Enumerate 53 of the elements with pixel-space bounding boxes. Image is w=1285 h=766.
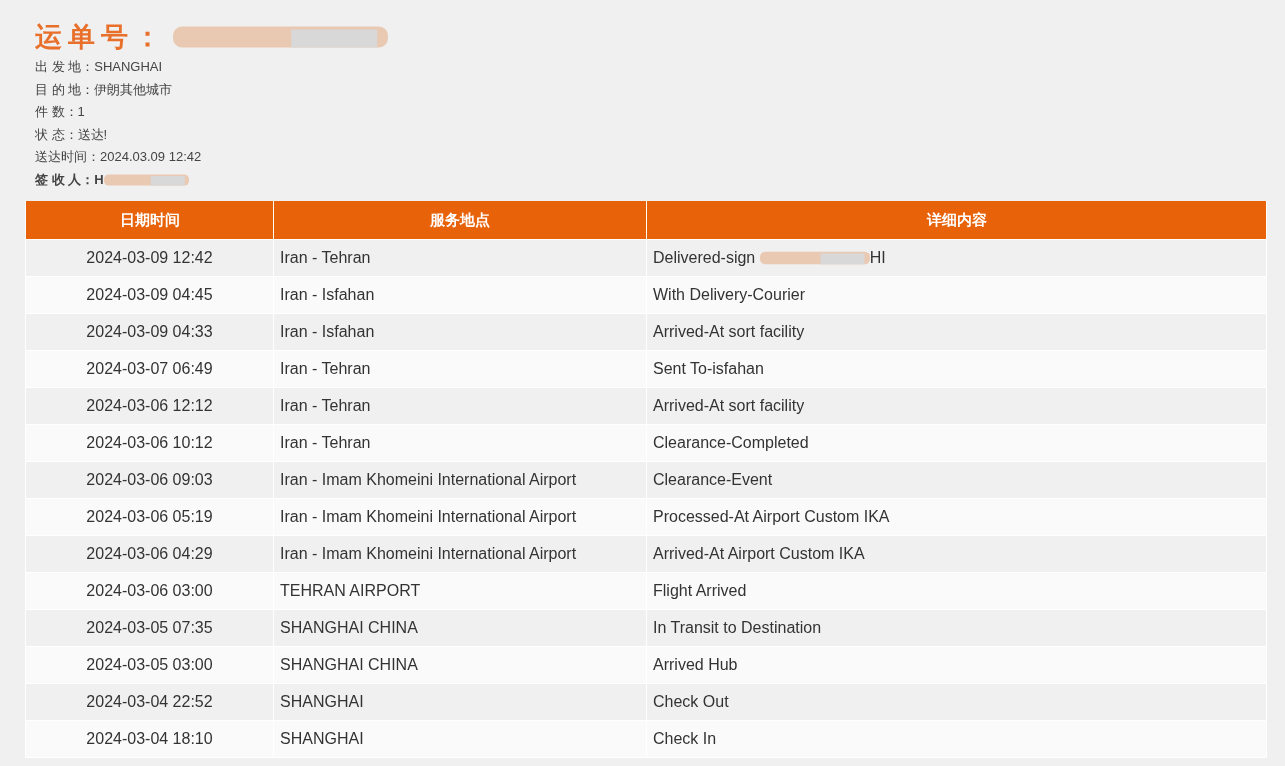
info-line: 送达时间：2024.03.09 12:42	[35, 148, 202, 166]
info-line: 状 态：送达!	[35, 125, 108, 144]
table-cell: Arrived-At sort facility	[653, 397, 805, 414]
table-cell: 2024-03-04 22:52	[86, 693, 213, 710]
table-cell: Delivered-sign	[653, 248, 756, 266]
table-cell: 2024-03-06 10:12	[86, 434, 213, 451]
table-cell: Iran - Imam Khomeini International Airport	[280, 545, 577, 562]
table-cell: Iran - Tehran	[280, 249, 371, 266]
table-cell: TEHRAN AIRPORT	[280, 582, 421, 599]
info-line: 件 数：1	[35, 103, 85, 121]
table-cell: Iran - Tehran	[280, 397, 371, 414]
table-cell: SHANGHAI	[280, 730, 364, 747]
table-cell: Arrived-At Airport Custom IKA	[653, 545, 865, 562]
table-cell: Flight Arrived	[653, 582, 747, 599]
table-cell: Iran - Tehran	[280, 360, 371, 377]
info-line: 目 的 地：伊朗其他城市	[35, 80, 173, 99]
table-cell: 2024-03-06 03:00	[86, 582, 213, 599]
table-cell: Iran - Tehran	[280, 434, 371, 451]
column-header: 详细内容	[646, 201, 1267, 240]
table-cell: 2024-03-06 05:19	[86, 508, 213, 525]
table-cell: SHANGHAI CHINA	[280, 656, 418, 673]
table-cell: 2024-03-06 12:12	[86, 397, 213, 414]
waybill-title: 运单号：	[35, 21, 167, 54]
table-cell: 2024-03-09 12:42	[86, 249, 213, 266]
table-cell: 2024-03-09 04:33	[86, 323, 213, 340]
column-header: 服务地点	[273, 201, 647, 240]
table-cell: 2024-03-09 04:45	[86, 286, 213, 303]
table-cell: 2024-03-05 03:00	[86, 656, 213, 673]
table-cell: 2024-03-07 06:49	[86, 360, 213, 377]
info-line: 签 收 人：H	[35, 170, 104, 189]
table-cell: In Transit to Destination	[653, 619, 822, 636]
table-cell: Iran - Imam Khomeini International Airport	[280, 471, 577, 488]
column-header: 日期时间	[25, 201, 274, 240]
table-cell: Clearance-Event	[653, 471, 773, 488]
table-cell: Iran - Isfahan	[280, 323, 375, 340]
table-cell: With Delivery-Courier	[653, 286, 806, 303]
table-cell: 2024-03-06 04:29	[86, 545, 213, 562]
table-cell: Check Out	[653, 693, 729, 710]
table-cell: Processed-At Airport Custom IKA	[653, 508, 890, 525]
table-cell: SHANGHAI	[280, 693, 364, 710]
table-cell: SHANGHAI CHINA	[280, 619, 418, 636]
table-cell: Clearance-Completed	[653, 434, 809, 451]
table-cell: Check In	[653, 730, 717, 747]
table-cell: Arrived-At sort facility	[653, 323, 805, 340]
table-cell: 2024-03-06 09:03	[86, 471, 213, 488]
table-cell: 2024-03-04 18:10	[86, 730, 213, 747]
table-cell: Iran - Imam Khomeini International Airport	[280, 508, 577, 525]
table-cell: HI	[869, 248, 886, 266]
info-line: 出 发 地：SHANGHAI	[35, 58, 163, 76]
table-cell: Arrived Hub	[653, 656, 738, 673]
table-cell: Sent To-isfahan	[653, 360, 764, 377]
table-cell: 2024-03-05 07:35	[86, 619, 213, 636]
table-cell: Iran - Isfahan	[280, 286, 375, 303]
